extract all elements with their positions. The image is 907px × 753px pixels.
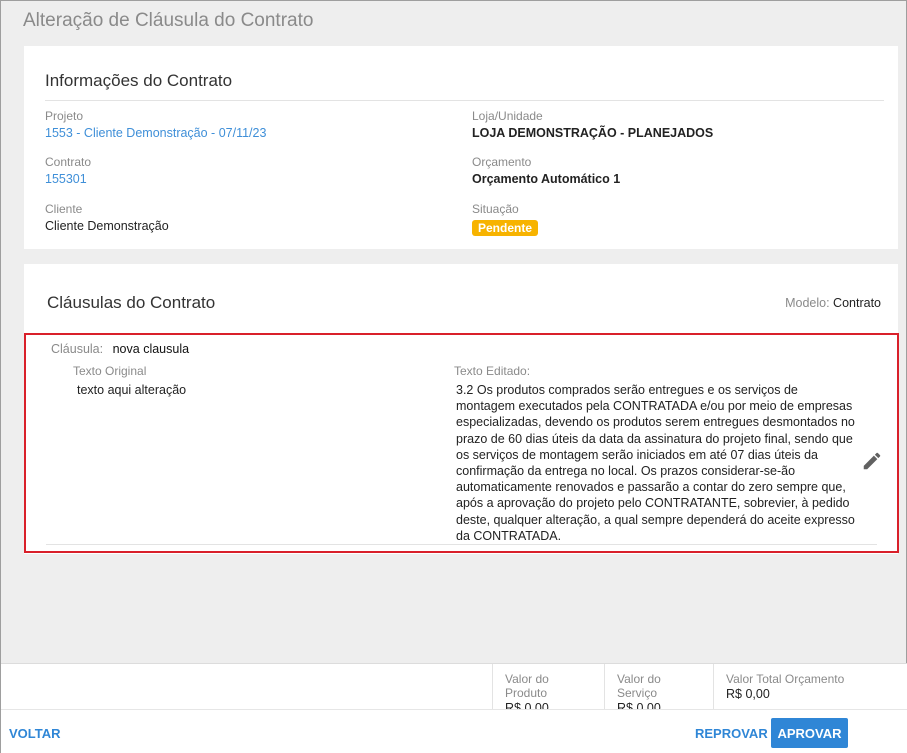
clause-name-value: nova clausula xyxy=(112,342,190,356)
orcamento-value: Orçamento Automático 1 xyxy=(472,172,621,186)
orcamento-label: Orçamento xyxy=(472,155,532,169)
app-window: Alteração de Cláusula do Contrato Inform… xyxy=(0,0,907,753)
edited-text-label: Texto Editado: xyxy=(454,364,531,378)
contrato-label: Contrato xyxy=(45,155,92,169)
pencil-icon[interactable] xyxy=(861,450,883,472)
valor-total: Valor Total Orçamento R$ 0,00 xyxy=(713,664,907,710)
valor-servico-label: Valor do Serviço xyxy=(617,672,661,700)
valor-produto: Valor do Produto R$ 0,00 xyxy=(492,664,604,715)
divider xyxy=(46,544,877,545)
clause-name: Cláusula: nova clausula xyxy=(51,342,189,356)
aprovar-button[interactable]: APROVAR xyxy=(771,718,848,748)
loja-label: Loja/Unidade xyxy=(472,109,543,123)
voltar-button[interactable]: VOLTAR xyxy=(9,726,61,741)
divider xyxy=(45,100,884,101)
situacao-field: Situação Pendente xyxy=(472,202,539,237)
projeto-label: Projeto xyxy=(45,109,84,123)
cliente-value: Cliente Demonstração xyxy=(45,219,169,233)
modelo-info: Modelo: Contrato xyxy=(785,296,881,310)
orcamento-field: Orçamento Orçamento Automático 1 xyxy=(472,155,620,186)
clause-name-label: Cláusula: xyxy=(51,342,104,356)
totals-bar: Valor do Produto R$ 0,00 Valor do Serviç… xyxy=(1,663,907,715)
valor-servico: Valor do Serviço R$ 0,00 xyxy=(604,664,713,715)
status-badge: Pendente xyxy=(472,220,539,236)
reprovar-button[interactable]: REPROVAR xyxy=(695,726,768,741)
edited-text-value: 3.2 Os produtos comprados serão entregue… xyxy=(456,383,855,543)
contract-info-title: Informações do Contrato xyxy=(45,71,233,90)
loja-field: Loja/Unidade LOJA DEMONSTRAÇÃO - PLANEJA… xyxy=(472,109,713,140)
cliente-label: Cliente xyxy=(45,202,83,216)
modelo-label: Modelo: xyxy=(785,296,830,310)
contrato-link[interactable]: 155301 xyxy=(45,172,91,186)
projeto-link[interactable]: 1553 - Cliente Demonstração - 07/11/23 xyxy=(45,126,266,140)
valor-total-label: Valor Total Orçamento xyxy=(726,672,845,686)
loja-value: LOJA DEMONSTRAÇÃO - PLANEJADOS xyxy=(472,126,714,140)
valor-total-value: R$ 0,00 xyxy=(726,687,770,701)
modelo-value: Contrato xyxy=(833,296,881,310)
original-text-value: texto aqui alteração xyxy=(77,383,187,397)
situacao-label: Situação xyxy=(472,202,519,216)
projeto-field: Projeto 1553 - Cliente Demonstração - 07… xyxy=(45,109,266,140)
footer-actions: VOLTAR REPROVAR APROVAR xyxy=(1,709,907,753)
contrato-field: Contrato 155301 xyxy=(45,155,91,186)
valor-produto-label: Valor do Produto xyxy=(505,672,549,700)
contract-info-card: Informações do Contrato Projeto 1553 - C… xyxy=(24,46,898,249)
clauses-title: Cláusulas do Contrato xyxy=(47,293,216,312)
original-text-label: Texto Original xyxy=(73,364,147,378)
cliente-field: Cliente Cliente Demonstração xyxy=(45,202,169,233)
page-title: Alteração de Cláusula do Contrato xyxy=(23,10,314,31)
clause-item: Cláusula: nova clausula Texto Original t… xyxy=(24,333,899,553)
